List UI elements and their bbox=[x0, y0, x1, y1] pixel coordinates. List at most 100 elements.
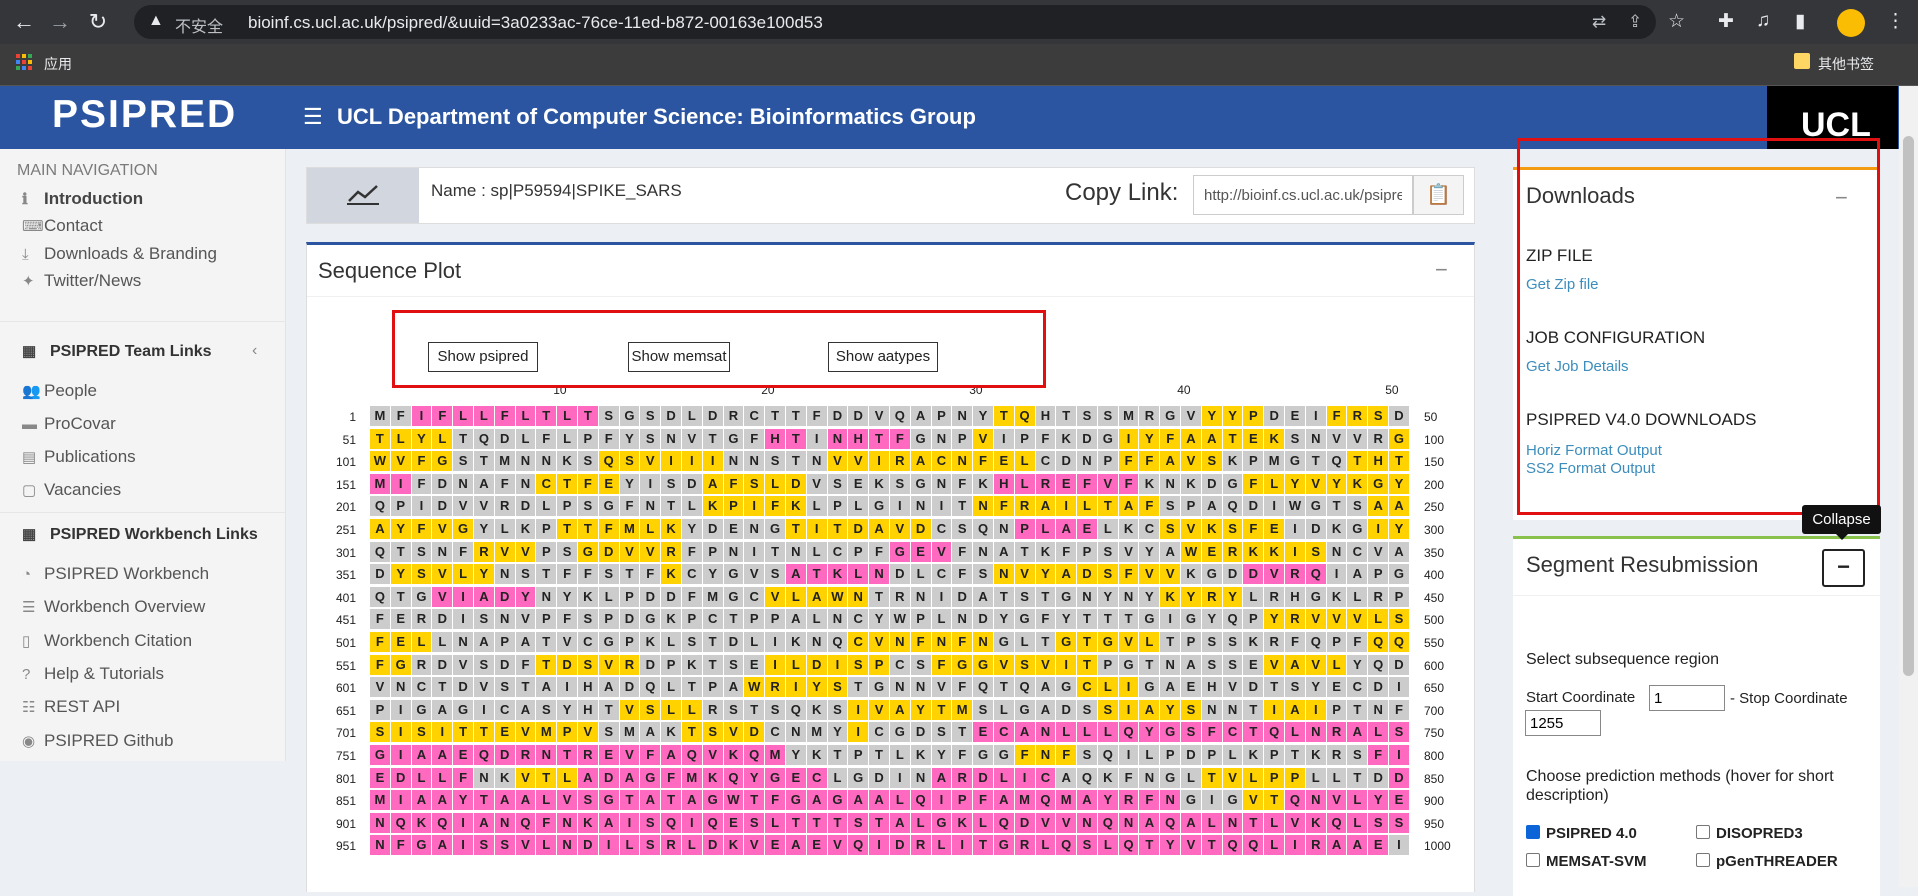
residue-cell: V bbox=[557, 790, 577, 811]
residue-cell: T bbox=[557, 473, 577, 494]
residue-cell: L bbox=[993, 699, 1014, 720]
checkbox-pgenthreader[interactable]: pGenTHREADER bbox=[1696, 853, 1838, 870]
back-icon[interactable]: ← bbox=[12, 10, 36, 34]
residue-cell: N bbox=[1160, 790, 1181, 811]
apps-bookmark[interactable]: 应用 bbox=[44, 54, 72, 74]
residue-cell: S bbox=[744, 812, 765, 833]
sidebar-item-contact[interactable]: ⌨Contact bbox=[22, 216, 286, 244]
residue-cell: Q bbox=[1222, 496, 1243, 517]
residue-cell: K bbox=[661, 564, 681, 585]
residue-cell: S bbox=[1389, 609, 1409, 630]
segment-resubmission-title: Segment Resubmission bbox=[1526, 552, 1759, 577]
users-icon: 👥 bbox=[22, 383, 41, 400]
residue-cell: I bbox=[1014, 767, 1035, 788]
sidebar-item-workbench[interactable]: ◔ PSIPRED Workbench bbox=[22, 564, 286, 592]
menu-icon[interactable]: ⋮ bbox=[1886, 10, 1905, 33]
residue-cell: S bbox=[577, 451, 598, 472]
residue-cell: Y bbox=[1097, 790, 1118, 811]
residue-cell: K bbox=[1243, 541, 1264, 562]
media-icon[interactable]: ♫ bbox=[1756, 10, 1770, 32]
residue-cell: Y bbox=[1285, 473, 1305, 494]
scrollbar-thumb[interactable] bbox=[1903, 136, 1914, 676]
profile-avatar[interactable] bbox=[1837, 9, 1865, 37]
sidebar-item-downloads[interactable]: ⤓ Downloads & Branding bbox=[22, 244, 286, 272]
residue-cell: W bbox=[889, 609, 910, 630]
sidebar-team-links[interactable]: ▦ PSIPRED Team Links ‹ bbox=[22, 342, 286, 361]
residue-cell: A bbox=[681, 790, 702, 811]
residue-cell: A bbox=[785, 835, 806, 856]
residue-cell: R bbox=[619, 654, 640, 675]
checkbox-icon[interactable] bbox=[1696, 853, 1710, 867]
sidepanel-icon[interactable]: ▮ bbox=[1795, 10, 1805, 33]
extensions-icon[interactable]: ✚ bbox=[1718, 10, 1734, 33]
sidebar-item-publications[interactable]: ▤ Publications bbox=[22, 447, 286, 475]
residue-cell: G bbox=[1160, 722, 1181, 743]
url-text[interactable]: bioinf.cs.ucl.ac.uk/psipred/&uuid=3a0233… bbox=[248, 13, 823, 33]
address-bar[interactable]: ▲ 不安全 bioinf.cs.ucl.ac.uk/psipred/&uuid=… bbox=[134, 5, 1656, 39]
residue-cell: I bbox=[1056, 654, 1077, 675]
apps-grid-icon[interactable] bbox=[16, 54, 32, 70]
row-end-index: 400 bbox=[1424, 568, 1445, 583]
sidebar-item-people[interactable]: 👥 People bbox=[22, 381, 286, 409]
row-end-index: 1000 bbox=[1424, 839, 1451, 854]
sidebar-item-citation[interactable]: ▯ Workbench Citation bbox=[22, 631, 286, 659]
residue-cell: T bbox=[1097, 496, 1118, 517]
residue-cell: S bbox=[765, 564, 785, 585]
residue-cell: Q bbox=[1326, 812, 1347, 833]
residue-cell: F bbox=[952, 632, 973, 652]
sidebar-workbench-links[interactable]: ▦ PSIPRED Workbench Links bbox=[22, 525, 286, 544]
clipboard-icon[interactable]: 📋 bbox=[1413, 175, 1464, 215]
checkbox-disopred[interactable]: DISOPRED3 bbox=[1696, 825, 1803, 842]
residue-cell: R bbox=[1264, 632, 1285, 652]
sidebar-item-twitter[interactable]: ✦ Twitter/News bbox=[22, 271, 286, 299]
checkbox-icon[interactable] bbox=[1526, 853, 1540, 867]
checkbox-checked-icon[interactable] bbox=[1526, 825, 1540, 839]
sidebar-item-github[interactable]: ◉ PSIPRED Github bbox=[22, 731, 286, 759]
stop-coordinate-input[interactable] bbox=[1525, 710, 1601, 736]
copy-link-input[interactable] bbox=[1193, 175, 1413, 215]
residue-cell: G bbox=[889, 722, 910, 743]
forward-icon[interactable]: → bbox=[48, 10, 72, 34]
residue-cell: I bbox=[390, 745, 411, 765]
sidebar-item-rest-api[interactable]: ☷ REST API bbox=[22, 697, 286, 725]
checkbox-psipred[interactable]: PSIPRED 4.0 bbox=[1526, 825, 1637, 842]
residue-cell: K bbox=[723, 745, 744, 765]
residue-cell: S bbox=[1097, 541, 1118, 562]
segment-collapse-button[interactable]: − bbox=[1822, 549, 1865, 587]
residue-cell: L bbox=[640, 519, 661, 539]
reload-icon[interactable]: ↻ bbox=[86, 10, 110, 34]
residue-cell: I bbox=[848, 722, 869, 743]
page-scrollbar[interactable] bbox=[1899, 86, 1918, 887]
residue-cell: V bbox=[494, 541, 515, 562]
residue-cell: D bbox=[910, 722, 931, 743]
residue-cell: G bbox=[910, 473, 931, 494]
residue-cell: N bbox=[973, 496, 993, 517]
psipred-logo[interactable]: PSIPRED bbox=[52, 93, 237, 137]
residue-cell: Y bbox=[1305, 677, 1326, 698]
residue-cell: A bbox=[661, 745, 681, 765]
residue-cell: R bbox=[952, 767, 973, 788]
residue-cell: C bbox=[536, 473, 557, 494]
residue-cell: R bbox=[1326, 722, 1347, 743]
residue-cell: F bbox=[432, 406, 453, 426]
start-coordinate-input[interactable] bbox=[1649, 685, 1725, 711]
residue-cell: C bbox=[931, 519, 952, 539]
sequence-plot-collapse-button[interactable]: − bbox=[1435, 257, 1448, 283]
residue-cell: N bbox=[1326, 541, 1347, 562]
sidebar-item-overview[interactable]: ☰ Workbench Overview bbox=[22, 597, 286, 625]
residue-cell: P bbox=[619, 586, 640, 607]
residue-cell: A bbox=[1181, 812, 1201, 833]
translate-icon[interactable]: ⇄ bbox=[1592, 12, 1606, 32]
share-icon[interactable]: ⇪ bbox=[1628, 12, 1642, 32]
sidebar-item-vacancies[interactable]: ▢ Vacancies bbox=[22, 480, 286, 508]
bookmark-star-icon[interactable]: ☆ bbox=[1668, 10, 1685, 33]
checkbox-memsat[interactable]: MEMSAT-SVM bbox=[1526, 853, 1647, 870]
other-bookmarks[interactable]: 其他书签 bbox=[1818, 54, 1906, 74]
sidebar-item-help[interactable]: ? Help & Tutorials bbox=[22, 664, 286, 692]
prediction-methods-label: Choose prediction methods (hover for sho… bbox=[1526, 768, 1834, 804]
row-end-index: 250 bbox=[1424, 500, 1445, 515]
sidebar-item-procovar[interactable]: ▬ ProCovar bbox=[22, 414, 286, 442]
hamburger-menu-icon[interactable]: ☰ bbox=[303, 104, 323, 130]
checkbox-icon[interactable] bbox=[1696, 825, 1710, 839]
sidebar-item-introduction[interactable]: ℹ Introduction bbox=[22, 189, 286, 217]
